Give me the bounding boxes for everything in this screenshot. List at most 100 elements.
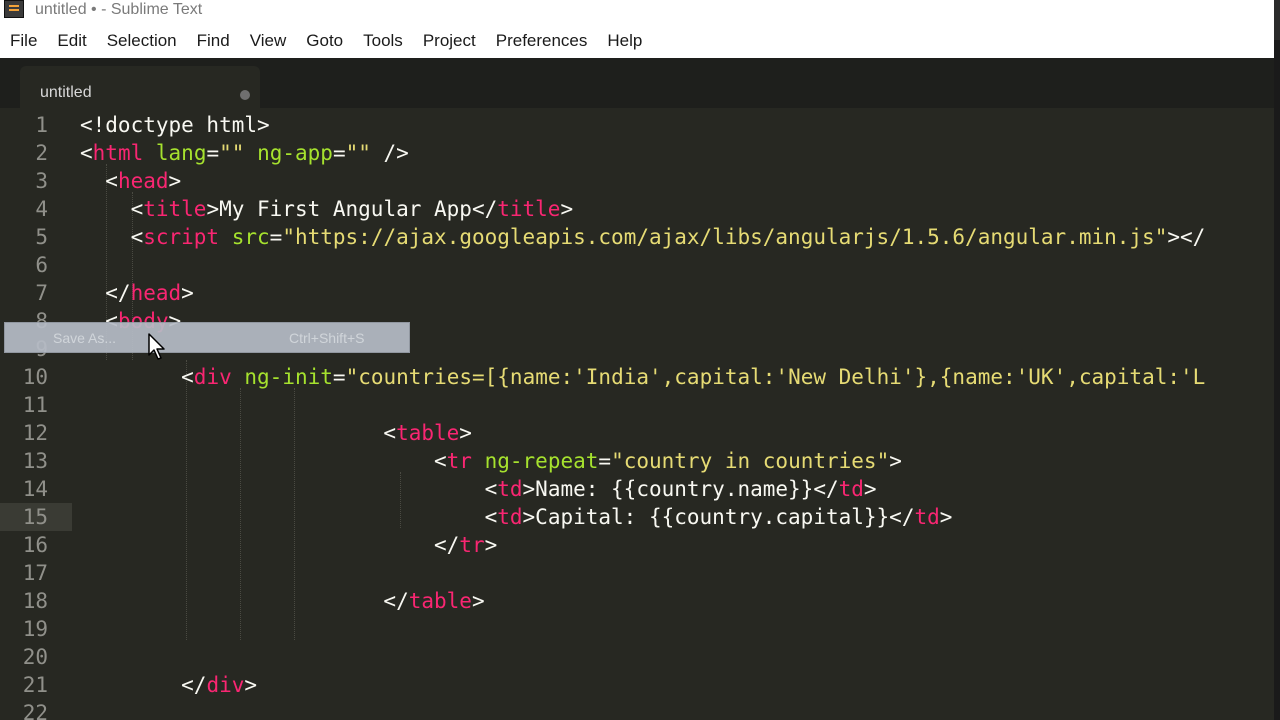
code-line[interactable]: 1 <!doctype html> [0,111,1274,139]
code-token: >My First Angular App</ [206,197,498,221]
code-token: ng-init [244,365,333,389]
code-token: > [889,449,902,473]
code-line[interactable]: 21 </div> [0,671,1274,699]
code-line[interactable]: 3 <head> [0,167,1274,195]
code-token: <!doctype html> [80,113,270,137]
code-token: html [92,141,144,165]
code-token: < [80,449,447,473]
tab-bar: untitled [0,58,1274,108]
code-line[interactable]: 22 [0,699,1274,720]
code-text: <script src="https://ajax.googleapis.com… [80,223,1206,251]
code-token: > [560,197,574,221]
context-menu: Save As... Ctrl+Shift+S [4,322,410,353]
save-as-menu-item[interactable]: Save As... [53,330,116,346]
code-token: > [168,169,182,193]
line-number: 22 [22,701,48,720]
code-token: < [80,421,397,445]
code-line[interactable]: 17 [0,559,1274,587]
code-line[interactable]: 15 <td>Capital: {{country.capital}}</td> [0,503,1274,531]
code-token: ng-app [257,141,333,165]
code-token: > [459,421,472,445]
menu-find[interactable]: Find [187,31,240,51]
code-line[interactable]: 20 [0,643,1274,671]
code-token: >Capital: {{country.capital}}</ [522,505,915,529]
menu-preferences[interactable]: Preferences [486,31,598,51]
code-token: < [80,141,93,165]
code-token: src [231,225,270,249]
menu-project[interactable]: Project [413,31,486,51]
code-token: tr [459,533,485,557]
code-token: = [332,365,346,389]
code-token: = [269,225,283,249]
line-number: 13 [22,449,48,473]
code-token: ></ [1167,225,1206,249]
mouse-cursor-icon [148,333,165,360]
menu-help[interactable]: Help [597,31,652,51]
code-token: td [497,505,523,529]
code-token: div [206,673,245,697]
code-line[interactable]: 16 </tr> [0,531,1274,559]
code-token: < [80,225,144,249]
menu-view[interactable]: View [240,31,297,51]
code-line[interactable]: 19 [0,615,1274,643]
code-token: head [117,169,169,193]
code-token: table [396,421,460,445]
menu-selection[interactable]: Selection [97,31,187,51]
window-title: untitled • - Sublime Text [35,1,203,18]
code-text: </table> [80,587,484,615]
code-text: <td>Name: {{country.name}}</td> [80,475,877,503]
menu-goto[interactable]: Goto [296,31,353,51]
line-number: 7 [35,281,48,305]
code-token: title [143,197,207,221]
code-token: "" [345,141,371,165]
line-number: 3 [35,169,48,193]
code-line[interactable]: 12 <table> [0,419,1274,447]
code-token: = [598,449,612,473]
code-text: <!doctype html> [80,111,270,139]
code-editor[interactable]: 1 <!doctype html> 2 <html lang="" ng-app=""… [0,108,1274,720]
line-number: 4 [35,197,48,221]
code-line[interactable]: 7 </head> [0,279,1274,307]
code-token: < [80,197,144,221]
code-text: </div> [80,671,257,699]
line-number: 19 [22,617,48,641]
code-token: > [181,281,194,305]
code-token: tr [446,449,472,473]
code-line[interactable]: 6 [0,251,1274,279]
line-number: 21 [22,673,48,697]
code-line[interactable]: 5 <script src="https://ajax.googleapis.c… [0,223,1274,251]
code-text: <table> [80,419,472,447]
code-line[interactable]: 11 [0,391,1274,419]
line-number: 1 [35,113,48,137]
code-line[interactable]: 4 <title>My First Angular App</title> [0,195,1274,223]
menu-file[interactable]: File [0,31,47,51]
menu-tools[interactable]: Tools [353,31,413,51]
tab-label: untitled [40,84,92,101]
sublime-text-icon [4,0,24,18]
line-number: 11 [22,393,48,417]
tab-untitled[interactable]: untitled [20,66,260,108]
code-token: script [143,225,220,249]
code-line[interactable]: 2 <html lang="" ng-app="" /> [0,139,1274,167]
code-token: lang [155,141,207,165]
unsaved-dot-icon[interactable] [240,90,250,100]
code-token: td [497,477,523,501]
code-token: div [193,365,232,389]
line-number: 10 [22,365,48,389]
code-line[interactable]: 14 <td>Name: {{country.name}}</td> [0,475,1274,503]
code-token: > [939,505,953,529]
code-token: /> [370,141,409,165]
code-line[interactable]: 13 <tr ng-repeat="country in countries"> [0,447,1274,475]
code-token: > [244,673,258,697]
code-token: "https://ajax.googleapis.com/ajax/libs/a… [282,225,1168,249]
menu-edit[interactable]: Edit [47,31,96,51]
line-number: 5 [35,225,48,249]
code-line[interactable]: 10 <div ng-init="countries=[{name:'India… [0,363,1274,391]
title-bar: untitled • - Sublime Text [0,0,1280,24]
code-line[interactable]: 18 </table> [0,587,1274,615]
scrollbar[interactable] [1274,0,1280,720]
line-number: 18 [22,589,48,613]
code-token: "countries=[{name:'India',capital:'New D… [345,365,1206,389]
